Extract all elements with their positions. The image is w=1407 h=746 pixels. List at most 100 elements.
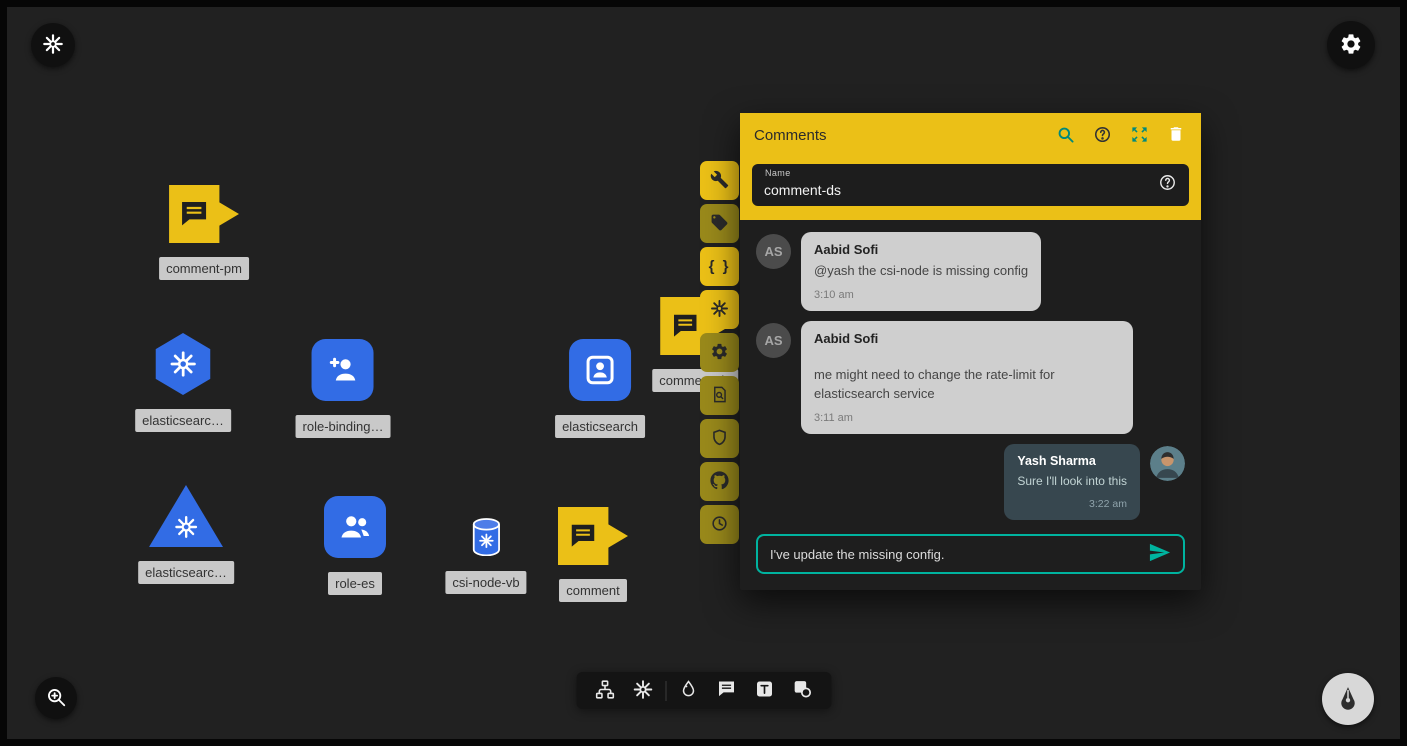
user-photo xyxy=(1150,446,1185,481)
avatar: AS xyxy=(756,234,791,269)
settings-button[interactable] xyxy=(1327,21,1375,69)
history-clock-icon xyxy=(710,514,729,536)
user-plus-icon xyxy=(325,352,361,388)
help-button[interactable] xyxy=(1091,125,1113,147)
comment-input[interactable] xyxy=(770,547,1138,562)
history-button[interactable] xyxy=(700,505,739,544)
role-shape xyxy=(324,496,386,558)
comment-composer xyxy=(756,534,1185,574)
node-elasticsearch-serviceaccount[interactable]: elasticsearch xyxy=(555,339,645,438)
configure-button[interactable] xyxy=(700,161,739,200)
comment-message: AS Aabid Sofi @yash the csi-node is miss… xyxy=(756,232,1185,311)
avatar: AS xyxy=(756,323,791,358)
node-comment-pm[interactable]: comment-pm xyxy=(159,185,249,280)
kubernetes-wheel-icon xyxy=(710,299,729,321)
kubernetes-asterisk-icon xyxy=(42,33,64,58)
search-comments-button[interactable] xyxy=(1054,125,1076,147)
node-csi-node-vb[interactable]: csi-node-vb xyxy=(445,517,526,594)
pen-tool-button[interactable] xyxy=(1322,673,1374,725)
node-label: role-binding… xyxy=(296,415,391,438)
kubernetes-wheel-icon xyxy=(168,349,198,379)
security-button[interactable] xyxy=(700,419,739,458)
node-settings-button[interactable] xyxy=(700,333,739,372)
node-comment[interactable]: comment xyxy=(558,507,628,602)
relationship-tool-button[interactable] xyxy=(586,672,624,709)
comment-message: AS Aabid Sofi me might need to change th… xyxy=(756,321,1185,434)
message-text: me might need to change the rate-limit f… xyxy=(814,366,1120,404)
text-icon xyxy=(754,679,774,702)
node-elasticsearch-hexagon[interactable]: elasticsearc… xyxy=(135,333,231,432)
comment-icon xyxy=(716,679,736,702)
node-label: elasticsearc… xyxy=(138,561,234,584)
name-field-label: Name xyxy=(765,168,791,178)
kubernetes-wheel-icon xyxy=(633,679,654,703)
name-input[interactable] xyxy=(764,172,1158,198)
message-time: 3:11 am xyxy=(814,412,1120,424)
field-help-icon[interactable] xyxy=(1158,173,1177,197)
message-bubble: Yash Sharma Sure I'll look into this 3:2… xyxy=(1004,444,1140,520)
name-field-section: Name xyxy=(740,158,1201,220)
text-tool-button[interactable] xyxy=(745,672,783,709)
message-author: Aabid Sofi xyxy=(814,331,1120,346)
node-label: csi-node-vb xyxy=(445,571,526,594)
comment-tool-button[interactable] xyxy=(707,672,745,709)
message-author: Aabid Sofi xyxy=(814,242,1028,257)
kubernetes-tool-button[interactable] xyxy=(624,672,662,709)
message-bubble: Aabid Sofi @yash the csi-node is missing… xyxy=(801,232,1041,311)
node-role-binding[interactable]: role-binding… xyxy=(296,339,391,438)
expand-panel-button[interactable] xyxy=(1128,125,1150,147)
zoom-button[interactable] xyxy=(35,677,77,719)
braces-icon: { } xyxy=(709,258,731,275)
message-author: Yash Sharma xyxy=(1017,454,1127,468)
kubernetes-wheel-icon xyxy=(173,514,199,540)
storage-cylinder-shape xyxy=(469,517,503,557)
delete-comment-button[interactable] xyxy=(1165,125,1187,147)
comments-panel-header: Comments xyxy=(740,113,1201,158)
zoom-in-icon xyxy=(45,686,67,711)
tag-icon xyxy=(710,213,729,235)
kubernetes-logo-button[interactable] xyxy=(31,23,75,67)
service-account-shape xyxy=(569,339,631,401)
github-button[interactable] xyxy=(700,462,739,501)
send-icon xyxy=(1148,541,1171,567)
inspect-resource-button[interactable] xyxy=(700,376,739,415)
toolbar-divider xyxy=(665,681,666,701)
node-role-es[interactable]: role-es xyxy=(324,496,386,595)
role-binding-shape xyxy=(312,339,374,401)
json-config-button[interactable]: { } xyxy=(700,247,739,286)
avatar-photo xyxy=(1150,446,1185,481)
panel-title: Comments xyxy=(754,127,1039,144)
kubernetes-button[interactable] xyxy=(700,290,739,329)
node-label: elasticsearch xyxy=(555,415,645,438)
users-icon xyxy=(337,509,373,545)
wrench-icon xyxy=(710,170,729,192)
expand-icon xyxy=(1130,125,1149,147)
comment-shape xyxy=(169,185,239,243)
send-button[interactable] xyxy=(1148,541,1171,567)
node-label: elasticsearc… xyxy=(135,409,231,432)
message-time: 3:22 am xyxy=(1017,498,1127,510)
shapes-icon xyxy=(792,679,812,702)
trash-icon xyxy=(1167,125,1185,146)
node-elasticsearch-triangle[interactable]: elasticsearc… xyxy=(138,485,234,584)
comment-icon xyxy=(670,311,700,341)
relationships-icon xyxy=(595,679,616,703)
label-button[interactable] xyxy=(700,204,739,243)
message-text: @yash the csi-node is missing config xyxy=(814,262,1028,281)
message-text: Sure I'll look into this xyxy=(1017,473,1127,490)
canvas[interactable]: comment-ds comment-pm elasticsearc… role… xyxy=(0,0,1407,746)
node-label: comment-pm xyxy=(159,257,249,280)
comment-thread[interactable]: AS Aabid Sofi @yash the csi-node is miss… xyxy=(740,220,1201,530)
gear-icon xyxy=(710,342,729,364)
comment-message: Yash Sharma Sure I'll look into this 3:2… xyxy=(756,444,1185,520)
comments-panel: Comments Name AS xyxy=(740,113,1201,590)
draw-tool-button[interactable] xyxy=(669,672,707,709)
user-badge-icon xyxy=(582,352,618,388)
doc-search-icon xyxy=(710,385,729,407)
node-label: comment xyxy=(559,579,626,602)
shapes-tool-button[interactable] xyxy=(783,672,821,709)
drop-icon xyxy=(678,679,698,702)
help-circle-icon xyxy=(1093,125,1112,147)
gear-icon xyxy=(1339,32,1363,59)
node-label: role-es xyxy=(328,572,382,595)
